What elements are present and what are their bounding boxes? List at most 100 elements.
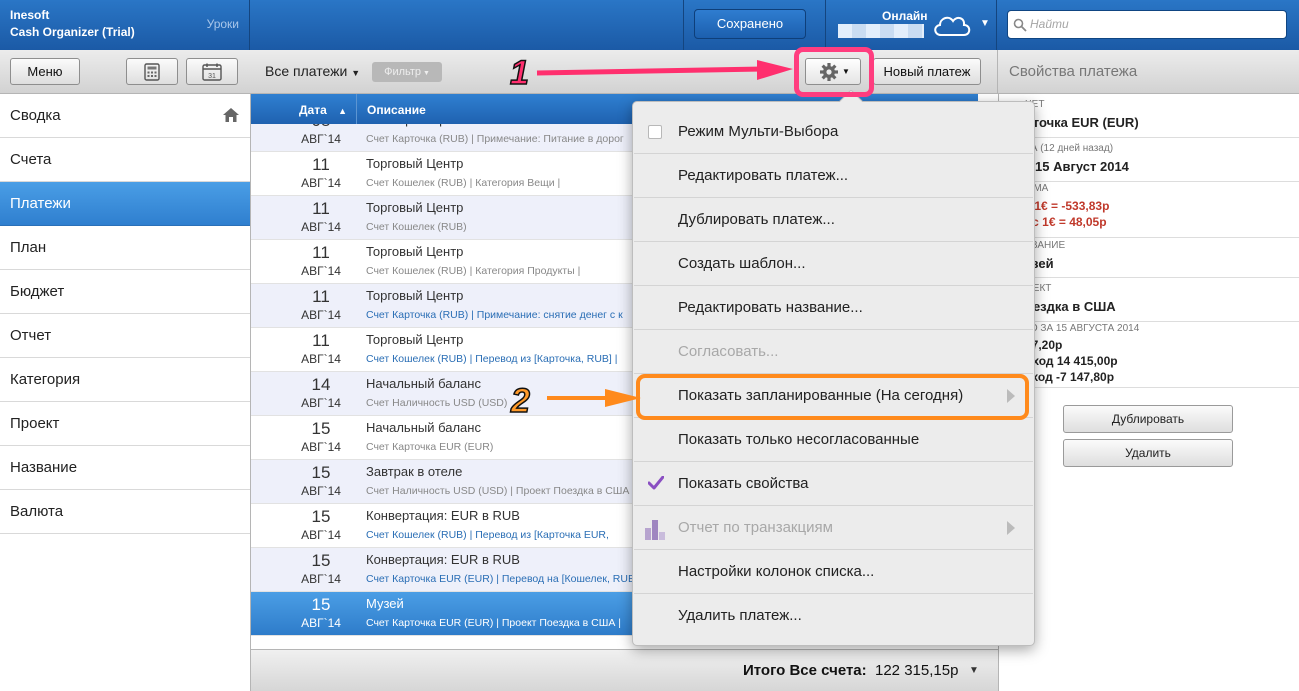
row-title: Торговый Центр xyxy=(366,244,464,259)
step-number-1: 1 xyxy=(509,53,529,93)
menu-item-column-settings[interactable]: Настройки колонок списка... xyxy=(634,550,1033,594)
sort-ascending-icon: ▲ xyxy=(338,106,348,116)
menu-item-create-template[interactable]: Создать шаблон... xyxy=(634,242,1033,286)
property-label: ТА (12 дней назад) xyxy=(1025,143,1114,154)
divider xyxy=(356,94,357,124)
row-month: АВГ`14 xyxy=(301,484,341,498)
row-subtitle: Счет Наличность USD (USD) | Проект Поезд… xyxy=(366,485,630,497)
row-month: АВГ`14 xyxy=(301,352,341,366)
sidebar-item-plan[interactable]: План xyxy=(0,226,250,270)
row-title: Торговый Центр xyxy=(366,156,464,171)
row-subtitle: Счет Кошелек (RUB) | Перевод из [Карточк… xyxy=(366,529,609,541)
property-account: ЧЕТ рточка EUR (EUR) xyxy=(999,94,1299,138)
row-day: 11 xyxy=(312,199,330,218)
account-name-redacted xyxy=(838,24,924,38)
properties-title: Свойства платежа xyxy=(1009,63,1138,80)
menu-item-reconcile: Согласовать... xyxy=(634,330,1033,374)
divider xyxy=(683,0,684,50)
divider xyxy=(996,0,997,50)
property-value: сход -7 147,80р xyxy=(1025,370,1115,384)
chevron-down-icon[interactable]: ▼ xyxy=(980,18,990,29)
property-date: ТА (12 дней назад) 15 Август 2014 xyxy=(999,138,1299,182)
property-value: ,11€ = -533,83р xyxy=(1025,199,1110,213)
arrow-annotation-2 xyxy=(547,389,641,407)
highlight-gear-button xyxy=(794,47,874,97)
properties-panel: ЧЕТ рточка EUR (EUR) ТА (12 дней назад) … xyxy=(998,94,1299,691)
date-column-header[interactable]: Дата ▲ xyxy=(299,103,347,117)
online-label: Онлайн xyxy=(882,9,928,23)
sidebar-item-category[interactable]: Категория xyxy=(0,358,250,402)
menu-item-show-unreconciled[interactable]: Показать только несогласованные xyxy=(634,418,1033,462)
row-month: АВГ`14 xyxy=(301,528,341,542)
row-day: 15 xyxy=(311,463,331,482)
row-month: АВГ`14 xyxy=(301,264,341,278)
property-amount: ММА ,11€ = -533,83р ос 1€ = 48,05р xyxy=(999,182,1299,238)
menu-item-label: Отчет по транзакциям xyxy=(678,519,833,536)
row-subtitle: Счет Карточка EUR (EUR) | Проект Поездка… xyxy=(366,617,622,629)
arrow-annotation-1 xyxy=(536,60,793,80)
filter-label: Фильтр xyxy=(384,66,422,78)
row-title: Начальный баланс xyxy=(366,376,481,391)
total-value: 122 315,15р xyxy=(875,662,959,679)
delete-button[interactable]: Удалить xyxy=(1063,439,1233,467)
menu-item-show-properties[interactable]: Показать свойства xyxy=(634,462,1033,506)
cloud-icon xyxy=(934,16,971,36)
search-icon xyxy=(1013,18,1027,32)
row-day: 11 xyxy=(312,331,330,350)
row-subtitle: Счет Кошелек (RUB) | Категория Вещи | xyxy=(366,177,561,189)
online-account[interactable]: Онлайн ▼ xyxy=(826,0,996,50)
row-day: 11 xyxy=(312,155,330,174)
duplicate-button[interactable]: Дублировать xyxy=(1063,405,1233,433)
sidebar-item-name[interactable]: Название xyxy=(0,446,250,490)
menu-item-delete-payment[interactable]: Удалить платеж... xyxy=(634,594,1033,638)
sidebar-item-payments[interactable]: Платежи xyxy=(0,182,250,226)
row-title: Завтрак в отеле xyxy=(366,464,463,479)
menu-button[interactable]: Меню xyxy=(10,58,80,85)
calculator-button[interactable] xyxy=(126,58,178,85)
search-input[interactable]: Найти xyxy=(1007,10,1287,39)
description-column-header[interactable]: Описание xyxy=(367,103,426,117)
step-number-2: 2 xyxy=(510,381,530,421)
row-title: Торговый Центр xyxy=(366,200,464,215)
new-payment-button[interactable]: Новый платеж xyxy=(873,58,981,85)
search-placeholder: Найти xyxy=(1030,17,1069,31)
total-bar[interactable]: Итого Все счета: 122 315,15р ▼ xyxy=(251,649,998,691)
sidebar-item-project[interactable]: Проект xyxy=(0,402,250,446)
menu-item-duplicate-payment[interactable]: Дублировать платеж... xyxy=(634,198,1033,242)
chevron-down-icon: ▼ xyxy=(969,665,979,676)
all-payments-dropdown[interactable]: Все платежи ▼ xyxy=(265,63,360,79)
sidebar-item-currency[interactable]: Валюта xyxy=(0,490,250,534)
sidebar-item-summary[interactable]: Сводка xyxy=(0,94,250,138)
menu-item-multi-select[interactable]: Режим Мульти-Выбора xyxy=(634,110,1033,154)
menu-item-label: Режим Мульти-Выбора xyxy=(678,123,839,140)
chevron-down-icon: ▼ xyxy=(421,70,430,77)
calculator-icon xyxy=(144,63,160,81)
row-subtitle: Счет Карточка EUR (EUR) xyxy=(366,441,494,453)
home-icon xyxy=(223,108,239,122)
submenu-arrow-icon xyxy=(1007,521,1015,535)
calendar-button[interactable]: 31 xyxy=(186,58,238,85)
row-month: АВГ`14 xyxy=(301,176,341,190)
menu-item-edit-name[interactable]: Редактировать название... xyxy=(634,286,1033,330)
sidebar-item-accounts[interactable]: Счета xyxy=(0,138,250,182)
saved-button[interactable]: Сохранено xyxy=(694,9,806,39)
row-month: АВГ`14 xyxy=(301,616,341,630)
property-value: оездка в США xyxy=(1025,299,1116,314)
row-subtitle: Счет Кошелек (RUB) | Перевод из [Карточк… xyxy=(366,353,618,365)
brand-product: Cash Organizer (Trial) xyxy=(10,25,135,39)
sidebar-item-budget[interactable]: Бюджет xyxy=(0,270,250,314)
row-month: АВГ`14 xyxy=(301,220,341,234)
row-day: 11 xyxy=(312,243,330,262)
row-day: 15 xyxy=(311,595,331,614)
date-column-label: Дата xyxy=(299,103,327,117)
sidebar-item-label: Сводка xyxy=(10,107,61,124)
row-month: АВГ`14 xyxy=(301,572,341,586)
lessons-link[interactable]: Уроки xyxy=(207,17,239,31)
row-day: 15 xyxy=(311,419,331,438)
filter-button[interactable]: Фильтр ▼ xyxy=(372,62,442,82)
menu-item-edit-payment[interactable]: Редактировать платеж... xyxy=(634,154,1033,198)
row-title: Торговый Центр xyxy=(366,332,464,347)
sidebar-item-report[interactable]: Отчет xyxy=(0,314,250,358)
row-subtitle: Счет Кошелек (RUB) | Категория Продукты … xyxy=(366,265,581,277)
property-project: ОЕКТ оездка в США xyxy=(999,278,1299,322)
